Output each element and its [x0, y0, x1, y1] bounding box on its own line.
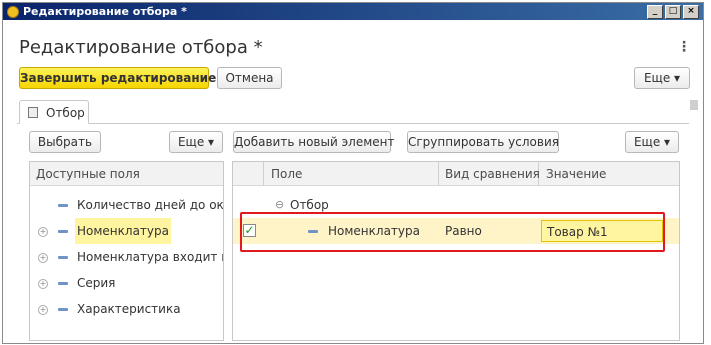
- tab-filter[interactable]: Отбор: [19, 100, 89, 124]
- maximize-icon[interactable]: □: [665, 5, 681, 19]
- list-item[interactable]: + Номенклатура: [30, 218, 223, 244]
- field-label: Характеристика: [77, 302, 181, 316]
- window-titlebar[interactable]: Редактирование отбора * _ □ ×: [3, 3, 703, 20]
- available-fields-header: Доступные поля: [30, 162, 223, 186]
- field-label: Номенклатура входит в сег: [77, 250, 223, 264]
- close-icon[interactable]: ×: [683, 5, 699, 19]
- column-header-value[interactable]: Значение: [546, 167, 606, 181]
- list-item[interactable]: Количество дней до оконча: [30, 192, 223, 218]
- list-item[interactable]: + Характеристика: [30, 296, 223, 322]
- group-conditions-button[interactable]: Сгруппировать условия: [407, 131, 559, 153]
- expand-icon[interactable]: +: [38, 253, 48, 263]
- expand-icon[interactable]: +: [38, 227, 48, 237]
- page-title: Редактирование отбора *: [19, 37, 263, 58]
- available-fields-panel: Доступные поля Количество дней до оконча…: [29, 161, 224, 341]
- window-controls: _ □ ×: [647, 5, 699, 19]
- add-element-button[interactable]: Добавить новый элемент: [233, 131, 394, 153]
- field-icon: [58, 308, 68, 311]
- scrollbar-thumb[interactable]: [690, 100, 698, 110]
- column-divider: [263, 162, 264, 186]
- field-icon: [58, 256, 68, 259]
- left-more-button[interactable]: Еще ▾: [169, 131, 223, 153]
- window-title: Редактирование отбора *: [23, 5, 187, 18]
- form-more-button[interactable]: Еще ▾: [634, 67, 690, 89]
- select-button[interactable]: Выбрать: [29, 131, 101, 153]
- column-header-comparison[interactable]: Вид сравнения: [445, 167, 540, 181]
- field-icon: [58, 282, 68, 285]
- cancel-button[interactable]: Отмена: [217, 67, 282, 89]
- editor-window: Редактирование отбора * _ □ × Редактиров…: [2, 2, 704, 344]
- app-icon: [7, 6, 19, 18]
- field-icon: [58, 230, 68, 233]
- minimize-icon[interactable]: _: [647, 5, 663, 19]
- field-icon: [58, 204, 68, 207]
- finish-editing-button[interactable]: Завершить редактирование: [19, 67, 216, 89]
- column-divider: [438, 162, 439, 186]
- expand-icon[interactable]: +: [38, 279, 48, 289]
- list-item[interactable]: + Серия: [30, 270, 223, 296]
- tab-filter-label: Отбор: [46, 106, 85, 120]
- tab-divider: [17, 123, 689, 124]
- right-more-button[interactable]: Еще ▾: [625, 131, 679, 153]
- filter-icon: [28, 107, 38, 118]
- column-header-field[interactable]: Поле: [271, 167, 302, 181]
- expand-icon[interactable]: +: [38, 305, 48, 315]
- field-label: Количество дней до оконча: [77, 198, 224, 212]
- more-actions-icon[interactable]: ⋮: [677, 39, 691, 55]
- annotation-highlight: [240, 212, 665, 252]
- field-label: Серия: [77, 276, 116, 290]
- list-item[interactable]: + Номенклатура входит в сег: [30, 244, 223, 270]
- field-label: Номенклатура: [75, 218, 171, 244]
- scrollbar[interactable]: [690, 100, 698, 340]
